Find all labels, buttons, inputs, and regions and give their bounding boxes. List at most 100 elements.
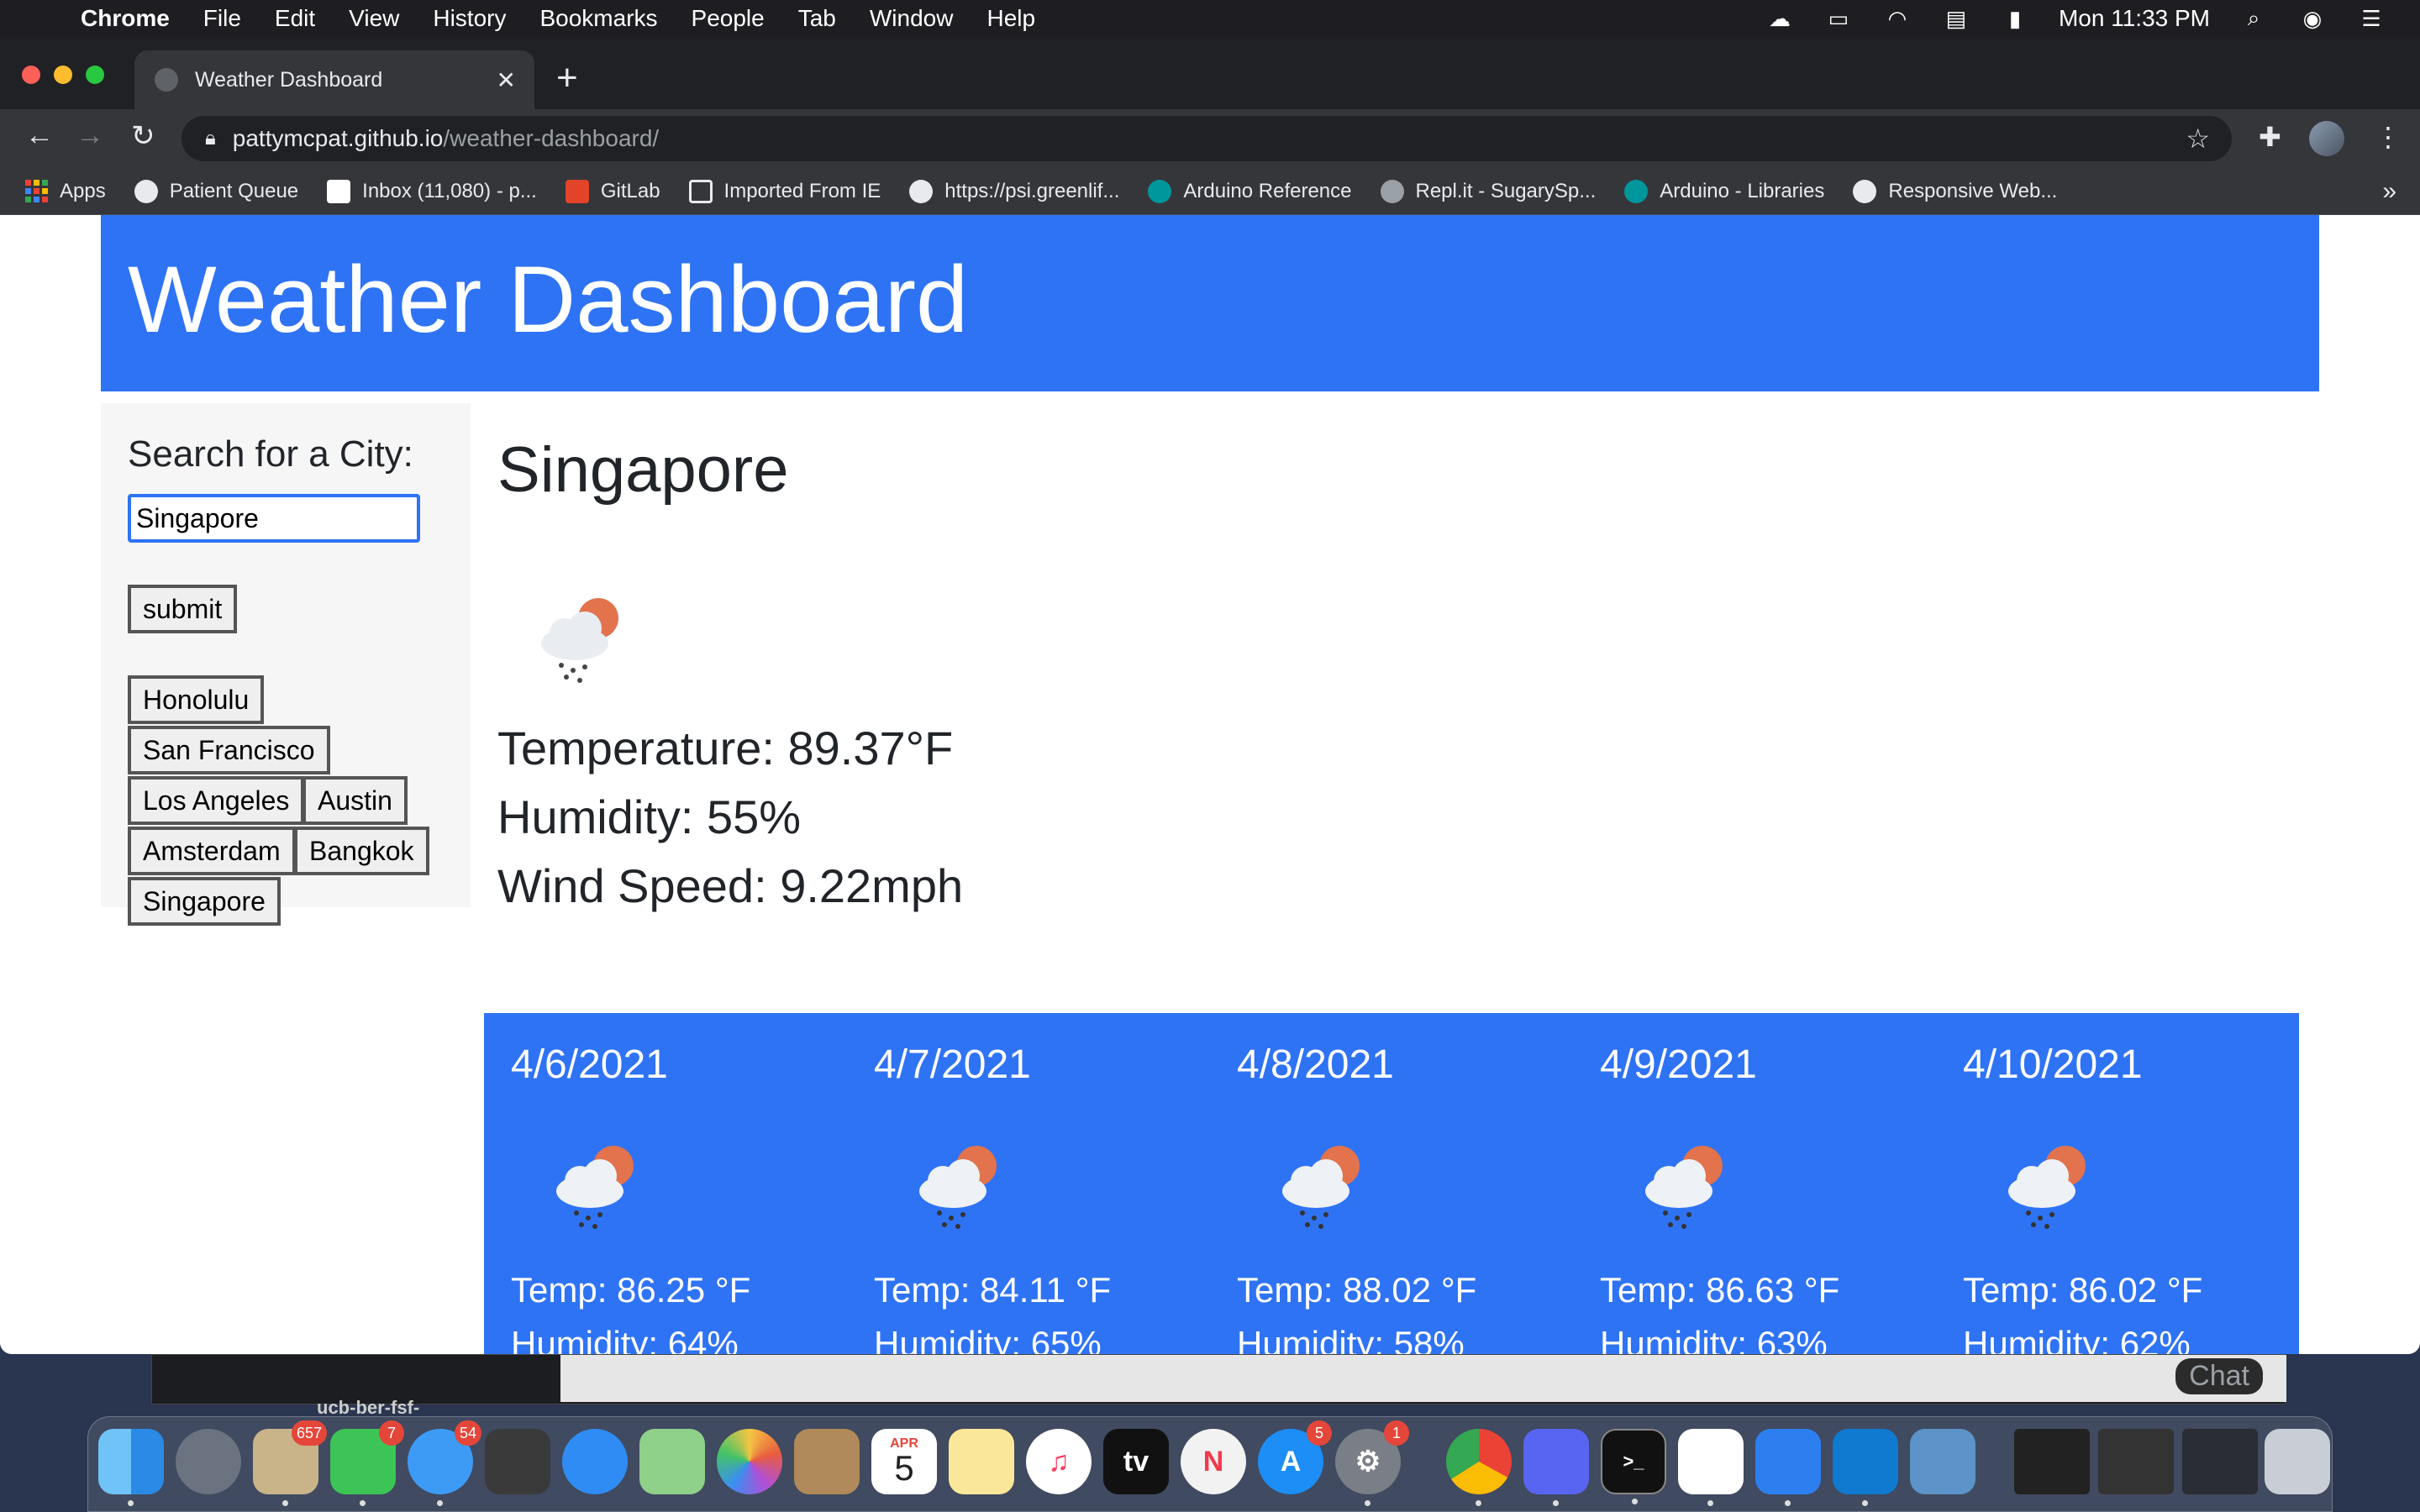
calendar-icon[interactable]: APR 5: [871, 1429, 937, 1494]
trash-icon[interactable]: [2265, 1429, 2330, 1494]
bookmark-label: GitLab: [600, 179, 660, 202]
mail-badge: 657: [291, 1420, 327, 1446]
forecast-card: 4/9/2021 Temp: 86.63 °F Humidity: 63%: [1573, 1013, 1926, 1354]
forward-icon[interactable]: →: [76, 119, 104, 152]
bookmark-gitlab[interactable]: GitLab: [565, 179, 660, 203]
more-bookmarks-icon[interactable]: »: [2382, 177, 2396, 206]
notification-center-icon[interactable]: ☰: [2356, 6, 2386, 31]
menu-tab[interactable]: Tab: [798, 5, 836, 32]
bookmark-replit[interactable]: Repl.it - SugarySp...: [1380, 179, 1596, 203]
background-chat-label[interactable]: Chat: [2175, 1358, 2263, 1394]
menu-view[interactable]: View: [349, 5, 399, 32]
chrome-icon[interactable]: [1446, 1429, 1512, 1506]
rain-cloud-sun-icon: [541, 598, 618, 683]
safari-icon[interactable]: [562, 1429, 628, 1494]
menu-history[interactable]: History: [433, 5, 506, 32]
bookmark-label: Arduino - Libraries: [1660, 179, 1825, 202]
extensions-puzzle-icon[interactable]: ✚: [2259, 121, 2281, 153]
menu-edit[interactable]: Edit: [275, 5, 315, 32]
minimize-window-button[interactable]: [54, 66, 72, 84]
menu-bookmarks[interactable]: Bookmarks: [539, 5, 657, 32]
mail-icon[interactable]: 657: [253, 1420, 327, 1506]
notes-icon[interactable]: [949, 1429, 1014, 1494]
profile-avatar[interactable]: [2309, 121, 2344, 156]
bookmark-apps[interactable]: Apps: [25, 180, 106, 203]
system-preferences-icon[interactable]: ⚙ 1: [1335, 1420, 1409, 1506]
close-window-button[interactable]: [22, 66, 40, 84]
background-window[interactable]: Chat ucb-ber-fsf-: [151, 1354, 2286, 1418]
menu-window[interactable]: Window: [870, 5, 954, 32]
address-bar[interactable]: 🔒︎ pattymcpat.github.io/weather-dashboar…: [182, 116, 2232, 161]
preview-icon[interactable]: [1910, 1429, 1975, 1494]
replit-icon: [1380, 179, 1404, 203]
finder-icon[interactable]: [98, 1429, 164, 1506]
reload-icon[interactable]: ↻: [131, 119, 155, 153]
screenshot-icon[interactable]: [485, 1429, 550, 1494]
minimized-window-1[interactable]: [2014, 1429, 2090, 1494]
window-controls: [22, 66, 104, 84]
menu-file[interactable]: File: [203, 5, 241, 32]
menu-people[interactable]: People: [692, 5, 765, 32]
facetime-icon[interactable]: 7: [330, 1420, 404, 1506]
new-tab-icon[interactable]: +: [556, 57, 578, 99]
slack-icon[interactable]: [1678, 1429, 1744, 1506]
history-button-singapore[interactable]: Singapore: [128, 877, 281, 926]
wifi-icon[interactable]: ◠: [1882, 6, 1912, 31]
music-icon[interactable]: ♫: [1026, 1429, 1092, 1494]
minimized-window-3[interactable]: [2182, 1429, 2258, 1494]
minimized-window-2[interactable]: [2098, 1429, 2174, 1494]
history-button-austin[interactable]: Austin: [302, 776, 408, 825]
creative-cloud-icon[interactable]: ☁: [1765, 6, 1795, 31]
history-button-los-angeles[interactable]: Los Angeles: [128, 776, 305, 825]
terminal-icon[interactable]: >_: [1601, 1429, 1666, 1504]
news-icon[interactable]: N: [1181, 1429, 1246, 1494]
forecast-date: 4/6/2021: [511, 1042, 668, 1087]
lock-icon[interactable]: 🔒︎: [205, 127, 216, 150]
bookmark-arduino-libraries[interactable]: Arduino - Libraries: [1624, 179, 1825, 203]
apple-tv-icon[interactable]: tv: [1103, 1429, 1169, 1494]
background-window-pane: [560, 1355, 2286, 1402]
xcode-icon[interactable]: [1755, 1429, 1821, 1506]
history-button-amsterdam[interactable]: Amsterdam: [128, 827, 296, 875]
contacts-icon[interactable]: [794, 1429, 860, 1494]
city-search-input[interactable]: [128, 494, 420, 543]
battery-icon[interactable]: ▮: [2000, 6, 2030, 31]
airplay-icon[interactable]: ▭: [1823, 6, 1854, 31]
launchpad-icon[interactable]: [176, 1429, 241, 1494]
chrome-menu-icon[interactable]: ⋮: [2375, 121, 2402, 153]
bookmark-label: https://psi.greenlif...: [944, 179, 1120, 202]
rain-cloud-sun-icon: [556, 1146, 634, 1229]
forecast-card: 4/8/2021 Temp: 88.02 °F Humidity: 58%: [1210, 1013, 1563, 1354]
messages-icon[interactable]: 54: [408, 1420, 481, 1506]
bookmark-arduino-reference[interactable]: Arduino Reference: [1148, 179, 1352, 203]
zoom-window-button[interactable]: [86, 66, 104, 84]
menu-help[interactable]: Help: [986, 5, 1035, 32]
macos-menu-bar: Chrome File Edit View History Bookmarks …: [0, 0, 2420, 37]
bookmark-patient-queue[interactable]: Patient Queue: [134, 179, 298, 203]
five-day-forecast: 4/6/2021 Temp: 86.25 °F Humidity: 64% 4/…: [484, 1013, 2299, 1354]
browser-tab[interactable]: Weather Dashboard ✕: [134, 50, 534, 109]
menu-clock[interactable]: Mon 11:33 PM: [2059, 5, 2210, 32]
tab-close-icon[interactable]: ✕: [497, 66, 516, 94]
photos-icon[interactable]: [717, 1429, 782, 1494]
bookmark-responsive-web[interactable]: Responsive Web...: [1853, 179, 2057, 203]
maps-icon[interactable]: [639, 1429, 705, 1494]
spotlight-search-icon[interactable]: ⌕: [2238, 5, 2269, 30]
menu-app-name[interactable]: Chrome: [81, 5, 170, 32]
history-button-san-francisco[interactable]: San Francisco: [128, 726, 330, 774]
bookmark-psi[interactable]: https://psi.greenlif...: [909, 179, 1120, 203]
search-label: Search for a City:: [128, 433, 413, 475]
siri-icon[interactable]: ◉: [2297, 6, 2328, 31]
discord-icon[interactable]: [1523, 1429, 1589, 1506]
history-button-honolulu[interactable]: Honolulu: [128, 675, 265, 724]
bookmark-star-icon[interactable]: ☆: [2186, 123, 2210, 155]
vscode-icon[interactable]: [1833, 1429, 1898, 1506]
bookmark-imported-from-ie[interactable]: Imported From IE: [688, 179, 881, 203]
history-button-bangkok[interactable]: Bangkok: [294, 827, 429, 875]
us-flag-icon[interactable]: ▤: [1941, 6, 1971, 31]
chrome-window: Weather Dashboard ✕ + ← → ↻ 🔒︎ pattymcpa…: [0, 37, 2420, 1354]
app-store-icon[interactable]: A5: [1258, 1420, 1332, 1494]
submit-button[interactable]: submit: [128, 585, 238, 633]
bookmark-gmail-inbox[interactable]: Inbox (11,080) - p...: [327, 179, 537, 203]
back-icon[interactable]: ←: [25, 119, 54, 152]
